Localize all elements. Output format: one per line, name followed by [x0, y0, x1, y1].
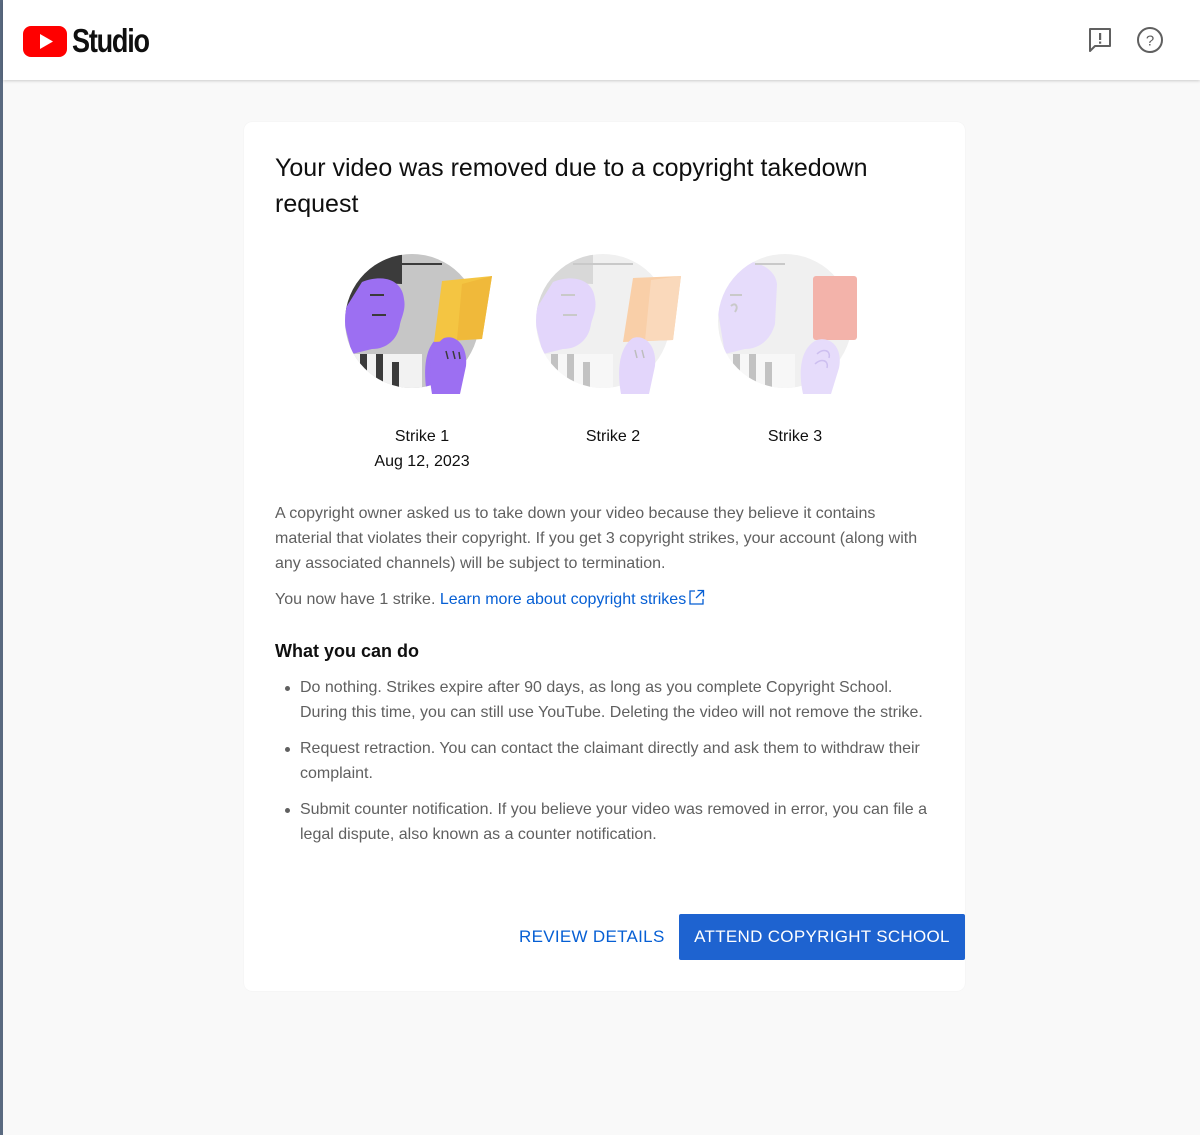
learn-more-link[interactable]: Learn more about copyright strikes	[439, 589, 705, 608]
option-request-retraction: Request retraction. You can contact the …	[285, 736, 935, 786]
learn-more-link-text: Learn more about copyright strikes	[439, 591, 687, 608]
external-link-icon	[689, 589, 705, 605]
strike-notice-card: Your video was removed due to a copyrigh…	[244, 122, 965, 991]
youtube-studio-logo[interactable]: Studio	[23, 24, 166, 58]
strike-2: Strike 2	[523, 254, 703, 449]
what-you-can-do-heading: What you can do	[275, 641, 419, 661]
page-title: Your video was removed due to a copyrigh…	[275, 154, 868, 218]
logo-text: Studio	[72, 22, 150, 59]
strike-tracker: Strike 1 Aug 12, 2023 Strike 2 Strike 3	[275, 254, 935, 474]
strike-3: Strike 3	[705, 254, 885, 449]
strike-date: Aug 12, 2023	[374, 453, 470, 470]
strike-1: Strike 1 Aug 12, 2023	[332, 254, 512, 474]
attend-copyright-school-button[interactable]: ATTEND COPYRIGHT SCHOOL	[679, 914, 965, 960]
option-counter-notification: Submit counter notification. If you beli…	[285, 797, 935, 847]
review-details-button[interactable]: REVIEW DETAILS	[507, 914, 677, 960]
strike-label: Strike 2	[585, 428, 641, 445]
youtube-play-icon	[23, 25, 67, 57]
strike-label: Strike 3	[767, 428, 823, 445]
referee-yellow-card-illustration	[345, 254, 492, 394]
window-edge	[0, 0, 3, 1135]
top-bar: Studio ?	[3, 0, 1200, 80]
strike-label: Strike 1	[394, 428, 450, 445]
strike-count-text: You now have 1 strike.	[275, 591, 436, 608]
help-glyph: ?	[1146, 33, 1154, 50]
feedback-icon[interactable]	[1086, 26, 1114, 54]
help-icon[interactable]: ?	[1136, 26, 1164, 54]
option-do-nothing: Do nothing. Strikes expire after 90 days…	[285, 675, 935, 725]
options-list: Do nothing. Strikes expire after 90 days…	[275, 675, 935, 858]
strike-count-line: You now have 1 strike. Learn more about …	[275, 587, 935, 612]
referee-red-card-illustration-faded	[718, 254, 857, 394]
referee-card-illustration-faded	[536, 254, 681, 394]
strike-description: A copyright owner asked us to take down …	[275, 505, 918, 572]
